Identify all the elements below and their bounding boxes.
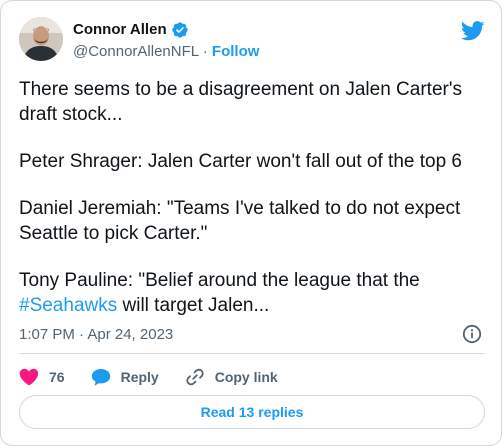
author-handle[interactable]: @ConnorAllenNFL [73,43,199,60]
read-replies-button[interactable]: Read 13 replies [19,395,485,429]
action-bar: 76 Reply Copy link [19,367,304,387]
avatar[interactable] [19,17,63,61]
tweet-card: Connor Allen @ConnorAllenNFL · Follow Th… [0,0,502,446]
copy-link-label: Copy link [214,369,278,385]
tweet-text-segment: will target Jalen... [117,295,270,316]
timestamp[interactable]: 1:07 PM · Apr 24, 2023 [19,326,173,344]
tweet-paragraph: Daniel Jeremiah: "Teams I've talked to d… [19,198,461,244]
divider [19,353,485,354]
tweet-text: There seems to be a disagreement on Jale… [19,77,489,318]
link-icon [185,367,205,387]
verified-badge-icon [171,21,189,39]
twitter-bird-icon[interactable] [460,21,485,41]
reply-label: Reply [120,369,159,385]
info-icon[interactable] [462,324,482,344]
tweet-paragraph: There seems to be a disagreement on Jale… [19,79,462,125]
separator-dot: · [202,43,208,60]
like-count: 76 [49,369,65,385]
like-button[interactable]: 76 [19,368,65,386]
tweet-paragraph-last: Tony Pauline: "Belief around the league … [19,268,489,318]
heart-icon [19,368,39,386]
reply-button[interactable]: Reply [91,368,159,386]
tweet-paragraph: Peter Shrager: Jalen Carter won't fall o… [19,151,462,172]
handle-row: @ConnorAllenNFL · Follow [73,43,259,61]
follow-button[interactable]: Follow [212,43,260,60]
author-name-row: Connor Allen [73,21,189,39]
author-name[interactable]: Connor Allen [73,21,167,39]
hashtag-link[interactable]: #Seahawks [19,295,117,316]
reply-bubble-icon [91,368,111,386]
tweet-text-segment: Tony Pauline: "Belief around the league … [19,270,420,291]
copy-link-button[interactable]: Copy link [185,367,278,387]
